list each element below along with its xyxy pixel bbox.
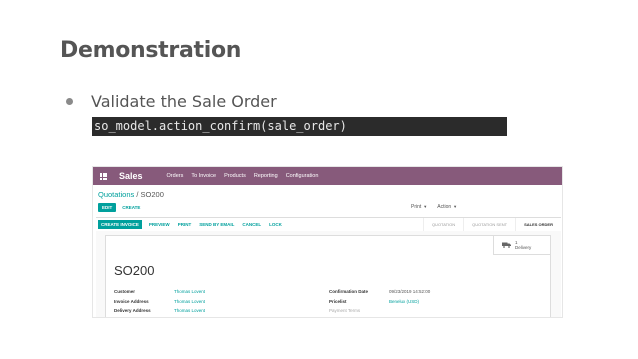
lock-button[interactable]: LOCK xyxy=(269,222,282,227)
status-bar: CREATE INVOICE PREVIEW PRINT SEND BY EMA… xyxy=(96,217,561,232)
field-label: Pricelist xyxy=(329,298,347,304)
bullet-text: Validate the Sale Order xyxy=(91,92,277,111)
menu-item-products[interactable]: Products xyxy=(224,173,246,179)
top-navbar: Sales Orders To Invoice Products Reporti… xyxy=(93,167,562,185)
field-confirmation-date: Confirmation Date 09/23/2019 14:52:00 xyxy=(329,289,430,299)
create-invoice-button[interactable]: CREATE INVOICE xyxy=(98,220,142,229)
field-label: Customer xyxy=(114,289,136,294)
form-sheet: 1 Delivery SO200 Customer Thomas Lovent … xyxy=(105,235,551,317)
breadcrumb: Quotations / SO200 xyxy=(98,190,164,199)
form-buttons: EDIT CREATE xyxy=(98,203,140,212)
code-snippet: so_model.action_confirm(sale_order) xyxy=(92,117,507,136)
field-delivery-address: Delivery Address Thomas Lovent xyxy=(114,308,205,317)
menu-item-orders[interactable]: Orders xyxy=(167,173,184,179)
main-menu: Orders To Invoice Products Reporting Con… xyxy=(167,173,319,179)
stage-quotation-sent[interactable]: QUOTATION SENT xyxy=(463,218,515,231)
field-pricelist: Pricelist Benelux (USD) xyxy=(329,299,430,309)
delivery-smart-button[interactable]: 1 Delivery xyxy=(493,236,550,255)
field-label: Delivery Address xyxy=(114,308,151,313)
pricelist-link[interactable]: Benelux (USD) xyxy=(389,299,419,309)
field-label: Payment Terms xyxy=(329,308,361,313)
caret-down-icon: ▼ xyxy=(453,204,458,209)
invoice-address-link[interactable]: Thomas Lovent xyxy=(174,299,205,309)
bullet-dot-icon xyxy=(66,98,73,105)
bullet-item: Validate the Sale Order xyxy=(66,92,277,111)
confirmation-date-value: 09/23/2019 14:52:00 xyxy=(389,289,431,294)
stage-quotation[interactable]: QUOTATION xyxy=(422,218,463,231)
odoo-screenshot: Sales Orders To Invoice Products Reporti… xyxy=(92,166,563,318)
breadcrumb-current: SO200 xyxy=(140,190,164,199)
app-name: Sales xyxy=(119,171,143,181)
print-button[interactable]: PRINT xyxy=(178,222,192,227)
print-dropdown[interactable]: Print ▼ xyxy=(411,204,427,210)
customer-link[interactable]: Thomas Lovent xyxy=(174,289,205,299)
order-name: SO200 xyxy=(114,263,155,278)
field-invoice-address: Invoice Address Thomas Lovent xyxy=(114,299,205,309)
action-dropdown[interactable]: Action ▼ xyxy=(437,204,457,210)
field-payment-terms: Payment Terms xyxy=(329,308,430,317)
caret-down-icon: ▼ xyxy=(423,204,428,209)
field-customer: Customer Thomas Lovent xyxy=(114,289,205,299)
truck-icon xyxy=(502,242,511,248)
menu-item-reporting[interactable]: Reporting xyxy=(254,173,278,179)
slide-title: Demonstration xyxy=(60,38,242,63)
menu-item-configuration[interactable]: Configuration xyxy=(286,173,319,179)
preview-button[interactable]: PREVIEW xyxy=(149,222,170,227)
left-fields: Customer Thomas Lovent Invoice Address T… xyxy=(114,289,205,317)
cancel-button[interactable]: CANCEL xyxy=(242,222,261,227)
menu-item-to-invoice[interactable]: To Invoice xyxy=(191,173,216,179)
field-label: Confirmation Date xyxy=(329,289,369,294)
edit-button[interactable]: EDIT xyxy=(98,203,117,212)
create-button[interactable]: CREATE xyxy=(122,205,140,210)
send-by-email-button[interactable]: SEND BY EMAIL xyxy=(199,222,234,227)
delivery-label: Delivery xyxy=(515,245,532,250)
breadcrumb-quotations[interactable]: Quotations xyxy=(98,190,134,199)
sidebar-actions: Print ▼ Action ▼ xyxy=(411,204,457,210)
delivery-address-link[interactable]: Thomas Lovent xyxy=(174,308,205,317)
right-fields: Confirmation Date 09/23/2019 14:52:00 Pr… xyxy=(329,289,430,317)
field-label: Invoice Address xyxy=(114,298,149,304)
stage-sales-order[interactable]: SALES ORDER xyxy=(515,218,561,231)
apps-grid-icon[interactable] xyxy=(100,172,107,180)
stage-pipeline: QUOTATION QUOTATION SENT SALES ORDER xyxy=(422,218,561,231)
